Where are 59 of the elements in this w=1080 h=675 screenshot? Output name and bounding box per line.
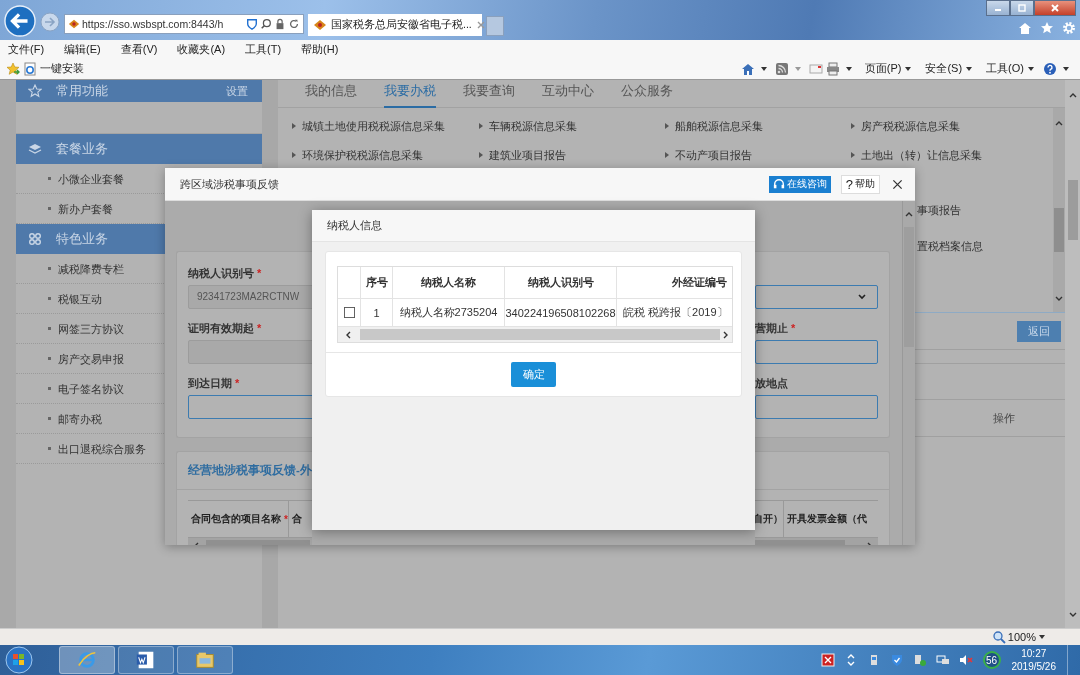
tab[interactable]: 互动中心 [542,80,594,108]
help-button[interactable]: ?帮助 [840,174,880,194]
table-cell: 340224196508102268 [505,299,617,326]
menu-item[interactable]: 查看(V) [120,41,158,57]
dialog-title: 纳税人信息 [327,218,382,233]
section-title: 套餐业务 [56,140,109,158]
field-label: 放地点 [755,376,789,391]
command-menu[interactable]: 安全(S) [925,61,974,76]
service-link[interactable]: 土地出（转）让信息采集 [849,148,982,163]
service-link[interactable]: 不动产项目报告 [663,148,752,163]
column-header: 纳税人识别号 [505,267,617,298]
table-cell: 1 [361,299,393,326]
column-header: 合同包含的项目名称 * [190,512,288,527]
service-link[interactable]: 置税档案信息 [917,238,983,254]
field-label: 到达日期 * [188,376,241,391]
service-link[interactable]: 房产税税源信息采集 [849,119,960,134]
tab[interactable]: 我要查询 [463,80,515,108]
address-text: https://sso.wsbspt.com:8443/h [82,18,225,30]
tab-title: 国家税务总局安徽省电子税... [331,18,472,32]
menu-item[interactable]: 帮助(H) [301,41,339,57]
menu-item[interactable]: 编辑(E) [64,41,101,57]
favorites-link[interactable]: 一键安装 [23,61,84,76]
menu-item[interactable]: 文件(F) [8,41,45,57]
section-title: 常用功能 [56,82,109,100]
field-label: 纳税人识别号 * [188,266,263,281]
clock-date: 2019/5/26 [1011,660,1056,673]
service-link[interactable]: 事项报告 [917,202,961,218]
tab[interactable]: 公众服务 [621,80,673,108]
zoom-control[interactable]: 100% [991,630,1036,644]
tab[interactable]: 我的信息 [305,80,357,108]
confirm-button[interactable]: 确定 [511,362,556,387]
consult-button[interactable]: 在线咨询 [768,175,831,193]
service-link[interactable]: 建筑业项目报告 [477,148,566,163]
field-label: 证明有效期起 * [188,321,263,336]
column-header: 合 [288,501,306,537]
column-header: 序号 [361,267,393,298]
service-link[interactable]: 环境保护税税源信息采集 [290,148,423,163]
column-header: 操作 [993,410,1015,426]
column-header: 外经证编号 [671,275,728,290]
table-cell: 纳税人名称2735204 [393,299,505,326]
tray-badge[interactable]: 56 [982,651,1001,669]
service-link[interactable]: 城镇土地使用税税源信息采集 [290,119,445,134]
command-menu[interactable]: 工具(O) [986,61,1035,76]
column-header: 开具发票金额（代 [783,501,878,537]
command-menu[interactable]: 页面(P) [864,61,913,76]
column-header: 纳税人名称 [393,267,505,298]
service-link[interactable]: 船舶税源信息采集 [663,119,763,134]
settings-link[interactable]: 设置 [226,83,248,99]
section-header[interactable]: 常用功能 设置 [16,80,262,102]
field-label: 营期止 * [755,321,797,336]
clock-time: 10:27 [1021,647,1047,660]
column-header: 自开） [755,512,783,526]
menu-item[interactable]: 工具(T) [245,41,282,57]
browser-tab[interactable]: 国家税务总局安徽省电子税... [308,14,482,36]
table-cell-text: 皖税 税跨报〔2019〕 [622,305,729,320]
menu-item[interactable]: 收藏夹(A) [177,41,226,57]
address-field[interactable]: https://sso.wsbspt.com:8443/h [64,14,304,34]
section-title: 特色业务 [56,230,109,248]
service-link[interactable]: 车辆税源信息采集 [477,119,577,134]
